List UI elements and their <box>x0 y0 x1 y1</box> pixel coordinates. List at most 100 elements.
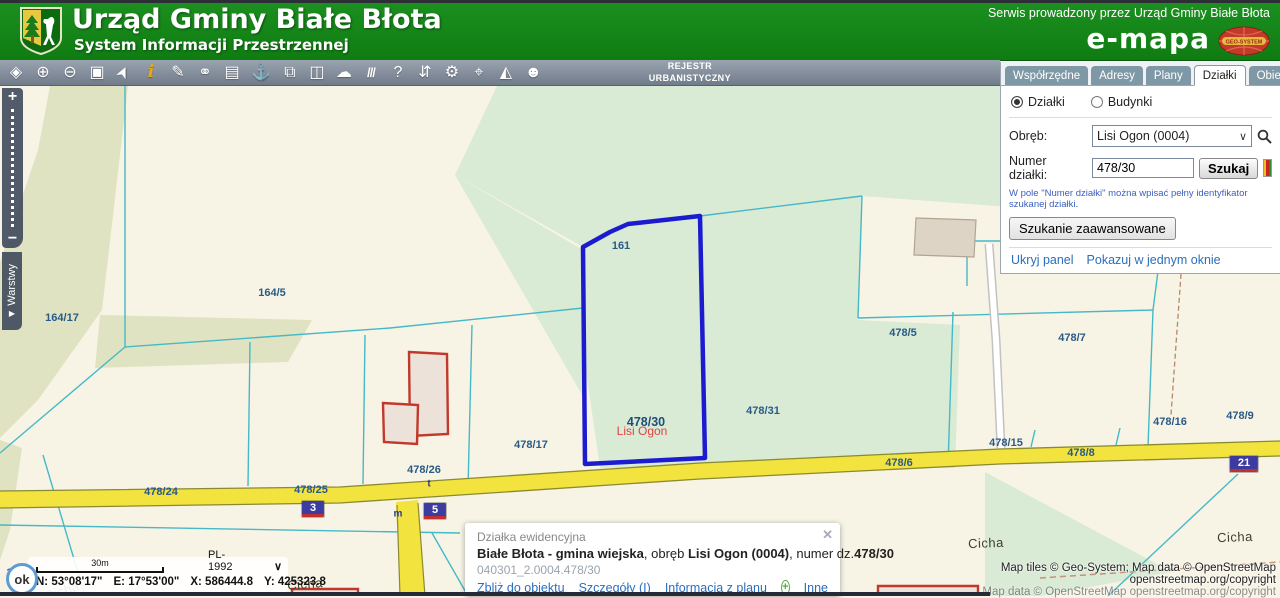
scale-triangle-icon[interactable]: ◭ <box>498 64 514 81</box>
popup-close-icon[interactable]: ✕ <box>822 527 833 543</box>
parcel-label: 478/15 <box>989 437 1023 449</box>
address-plate: 3 <box>301 501 325 517</box>
layers-panel-tab[interactable]: Warstwy ▶ <box>2 252 22 330</box>
link-icon[interactable]: ⚭ <box>197 64 213 81</box>
ok-button[interactable]: ok <box>6 563 38 595</box>
cloud-sync-icon[interactable]: ⇵ <box>417 64 433 81</box>
obreb-selected-value: Lisi Ogon (0004) <box>1097 129 1190 143</box>
address-plate: 5 <box>423 503 447 519</box>
parcel-label: 164/5 <box>258 287 286 299</box>
szukaj-button[interactable]: Szukaj <box>1199 157 1259 179</box>
parcel-label: 478/6 <box>885 457 913 469</box>
layers-icon[interactable]: ◈ <box>8 64 24 81</box>
parcel-label: 478/7 <box>1058 332 1086 344</box>
status-box: 30m PL-1992 ∨ N: 53°08'17" E: 17°53'00" … <box>28 549 326 592</box>
scale-bar: 30m <box>36 559 164 573</box>
tab-adresy[interactable]: Adresy <box>1091 66 1143 85</box>
parcel-info-popup: ✕ Działka ewidencyjna Białe Błota - gmin… <box>465 523 894 596</box>
tab-dzialki[interactable]: Działki <box>1193 65 1246 86</box>
advanced-search-button[interactable]: Szukanie zaawansowane <box>1009 216 1176 240</box>
attribution-line1: Map tiles © Geo-System; Map data © OpenS… <box>1000 562 1276 574</box>
popup-sep1: , obręb <box>643 546 688 561</box>
popup-obreb: Lisi Ogon (0004) <box>687 546 790 561</box>
radio-budynki[interactable]: Budynki <box>1090 95 1153 109</box>
parcel-label: 478/5 <box>889 327 917 339</box>
page-subtitle: System Informacji Przestrzennej <box>74 36 349 54</box>
emapa-brand[interactable]: e-mapa <box>1086 22 1210 55</box>
zoom-in-icon[interactable]: ⊕ <box>35 64 51 81</box>
zoom-control-bar: + − <box>2 88 23 248</box>
search-hint: W pole "Numer działki" można wpisać pełn… <box>1009 188 1248 211</box>
parcel-label: 478/31 <box>746 405 780 417</box>
measure-icon[interactable]: ✎ <box>170 64 186 81</box>
settings-gears-icon[interactable]: ⚙ <box>444 64 460 81</box>
attribution-line3: Map data © OpenStreetMap openstreetmap.o… <box>982 586 1276 598</box>
zoom-in-button[interactable]: + <box>8 88 17 106</box>
hide-panel-link[interactable]: Ukryj panel <box>1011 253 1074 267</box>
obreb-label: Obręb: <box>1009 129 1048 143</box>
tab-plany[interactable]: Plany <box>1145 66 1191 85</box>
search-magnifier-icon[interactable] <box>1257 129 1272 144</box>
building-letter: t <box>427 478 431 490</box>
numer-dzialki-input[interactable] <box>1092 158 1194 178</box>
crs-chevron-icon[interactable]: ∨ <box>274 560 282 573</box>
cursor-icon[interactable]: ➤ <box>113 62 134 83</box>
zoom-slider-dots[interactable] <box>11 109 14 227</box>
stripe-green <box>1268 160 1271 176</box>
print-icon[interactable]: ▤ <box>224 64 240 81</box>
radio-budynki-label: Budynki <box>1107 95 1153 109</box>
search-panel: Współrzędne Adresy Plany Działki Obiekty… <box>1000 62 1280 274</box>
parcel-label: 478/16 <box>1153 416 1187 428</box>
parcel-label: 478/26 <box>407 464 441 476</box>
info-icon[interactable]: i <box>143 64 159 81</box>
parcel-label: 478/25 <box>294 484 328 496</box>
crs-label: PL-1992 <box>208 549 233 573</box>
coord-e: E: 17°53'00" <box>113 576 180 588</box>
parcel-label: 478/8 <box>1067 447 1095 459</box>
popup-parcel-number: 478/30 <box>854 546 894 561</box>
street-label: Cicha <box>1216 528 1254 546</box>
svg-text:GEO-SYSTEM: GEO-SYSTEM <box>1226 40 1263 46</box>
parcel-label: 164/17 <box>45 312 79 324</box>
obreb-select[interactable]: Lisi Ogon (0004) ∨ <box>1092 125 1252 147</box>
user-comment-icon[interactable]: ☻ <box>525 64 542 81</box>
help-icon[interactable]: ? <box>390 64 406 81</box>
preview-magnifier-icon[interactable]: ⌖ <box>471 64 487 81</box>
popup-type-label: Działka ewidencyjna <box>477 530 586 544</box>
copy-frames-icon[interactable]: ⧉ <box>282 64 298 81</box>
radio-dzialki[interactable]: Działki <box>1011 95 1065 109</box>
zoom-out-icon[interactable]: ⊖ <box>62 64 78 81</box>
single-window-link[interactable]: Pokazuj w jednym oknie <box>1087 253 1221 267</box>
radio-dot <box>1011 96 1023 108</box>
tab-wspolrzedne[interactable]: Współrzędne <box>1005 66 1089 85</box>
coord-x: X: 586444.8 <box>190 576 254 588</box>
rejestr-urbanistyczny-button[interactable]: REJESTR URBANISTYCZNY <box>649 61 731 84</box>
scale-label: 30m <box>91 558 109 568</box>
popup-sep2: , numer dz. <box>789 546 855 561</box>
zoom-out-button[interactable]: − <box>8 230 17 248</box>
legend-colors-icon[interactable] <box>1263 159 1272 177</box>
panel-tabs: Współrzędne Adresy Plany Działki Obiekty… <box>1001 62 1280 86</box>
popup-gmina-name: Białe Błota - gmina wiejska <box>477 546 644 561</box>
anchor-icon[interactable]: ⚓ <box>251 64 271 81</box>
geo-system-globe-logo: GEO-SYSTEM <box>1218 26 1270 61</box>
street-label: Cicha <box>967 534 1005 552</box>
radio-dot <box>1090 96 1103 108</box>
select-area-icon[interactable]: ▣ <box>89 64 105 81</box>
comment-cloud-icon[interactable]: ☁ <box>336 64 352 81</box>
building-letter: m <box>393 508 403 520</box>
hatch-icon[interactable]: /// <box>363 66 379 79</box>
municipality-crest-logo <box>20 7 62 60</box>
panels-icon[interactable]: ◫ <box>309 64 325 81</box>
tab-obiekty[interactable]: Obiekty <box>1248 66 1280 85</box>
bottom-strip <box>0 592 990 596</box>
radio-dzialki-label: Działki <box>1028 95 1065 109</box>
service-note: Serwis prowadzony przez Urząd Gminy Biał… <box>987 6 1270 20</box>
address-plate: 21 <box>1229 456 1259 472</box>
parcel-label: 478/17 <box>514 439 548 451</box>
parcel-label: 478/9 <box>1226 410 1254 422</box>
attribution-line2[interactable]: openstreetmap.org/copyright <box>982 574 1276 586</box>
area-label-lisi-ogon: Lisi Ogon <box>616 424 668 438</box>
popup-parcel-description: Białe Błota - gmina wiejska, obręb Lisi … <box>477 546 894 561</box>
chevron-down-icon: ∨ <box>1238 130 1247 143</box>
